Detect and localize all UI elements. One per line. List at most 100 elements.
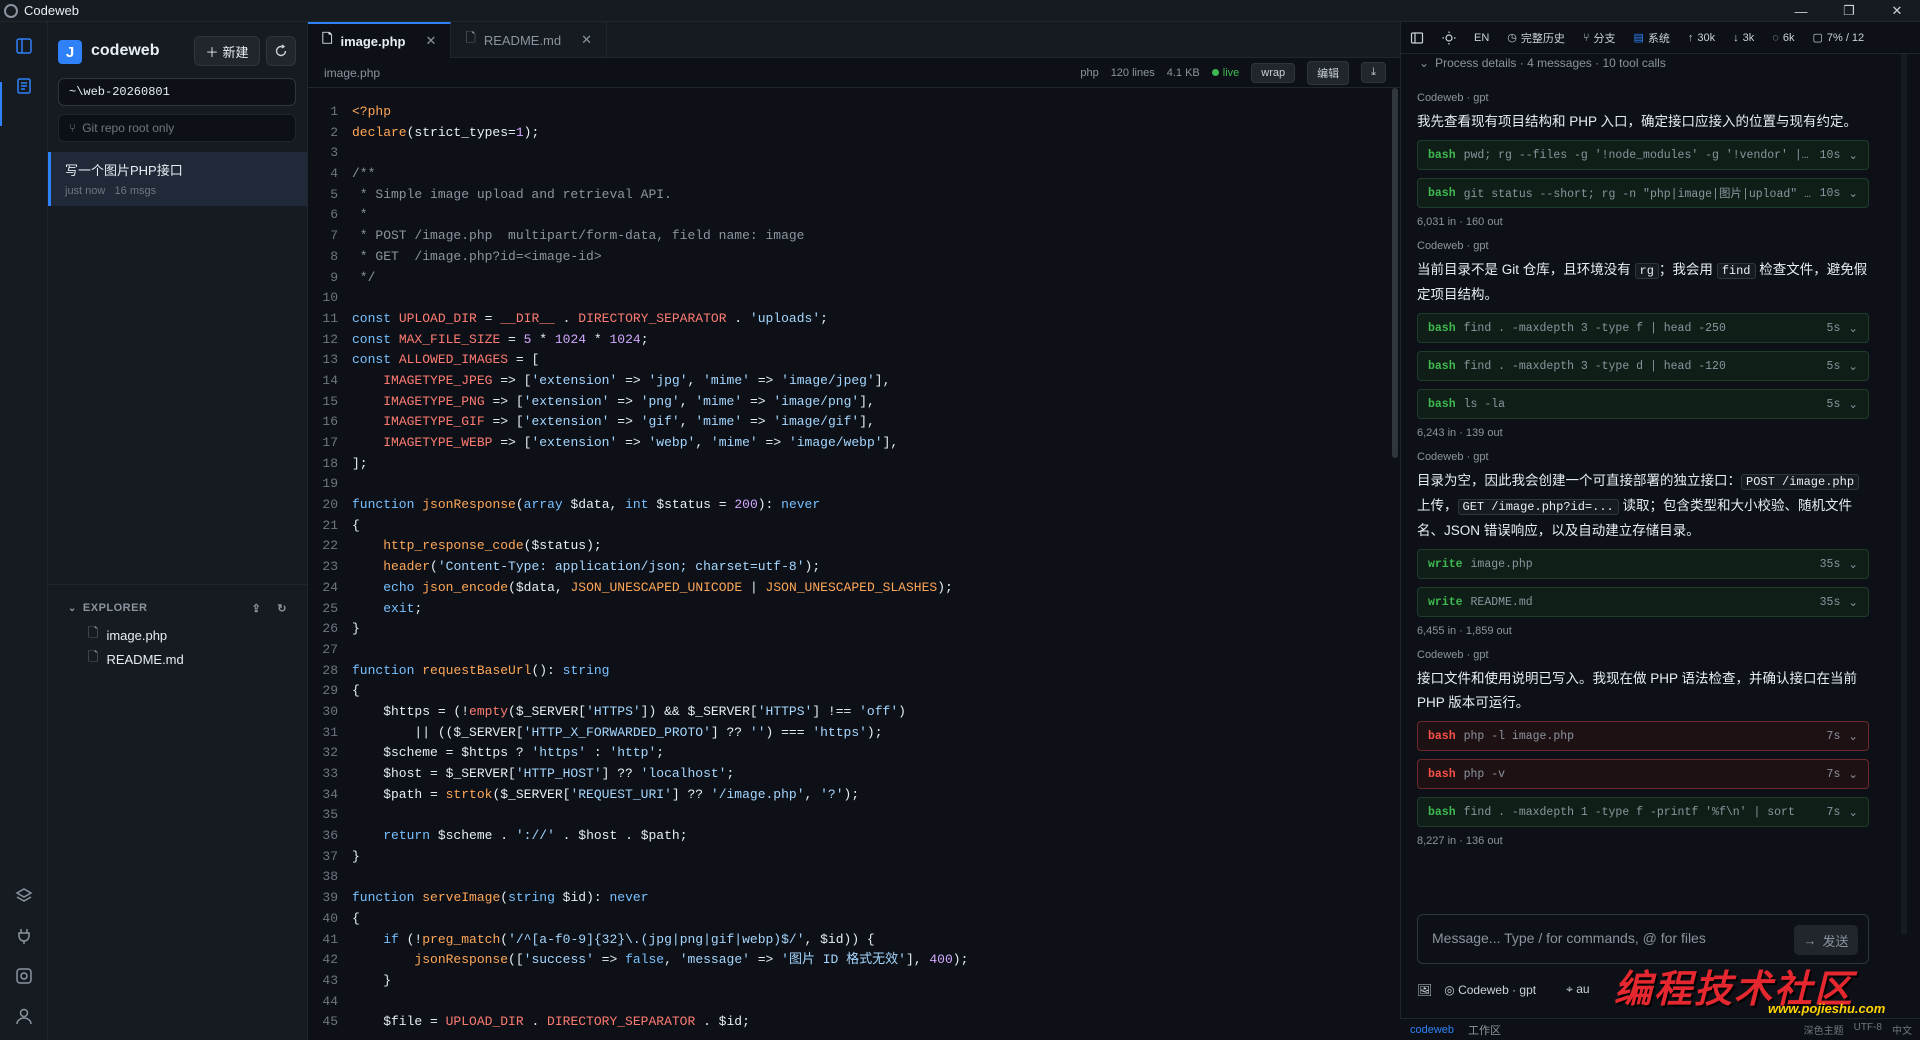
file-icon: 🗋 — [88, 625, 99, 640]
close-tab-icon[interactable]: ✕ — [425, 33, 436, 49]
assistant-panel: EN ◷ 完整历史 ⑂ 分支 ▤ 系统 ↑ 30k ↓ 3k ◌ 6k ▢ 7% / 12 ⌄… — [1400, 22, 1920, 1040]
minimize-button[interactable]: — — [1778, 0, 1824, 22]
settings-gear-icon[interactable] — [12, 964, 36, 988]
file-item-readme[interactable]: 🗋 README.md — [48, 647, 307, 671]
chevron-down-icon: ⌄ — [1848, 322, 1858, 336]
file-icon: 🗋 — [465, 30, 476, 45]
explorer-panel: ⌄ EXPLORER ⇪ ↻ 🗋 image.php 🗋 README.md — [48, 584, 307, 671]
model-selector[interactable]: ◎ Codeweb · gpt — [1444, 983, 1536, 997]
arrow-right-icon: → — [1803, 932, 1817, 948]
wrap-toggle[interactable]: wrap — [1251, 62, 1296, 83]
activity-bar — [0, 22, 48, 1040]
branch-button[interactable]: ⑂ 分支 — [1574, 22, 1625, 54]
process-details-toggle[interactable]: ⌄ Process details · 4 messages · 10 tool… — [1419, 54, 1666, 72]
live-dot-icon — [1211, 69, 1219, 76]
sidebar: J codeweb ＋ 新建 ~\web-20260801 ⑂ Git repo… — [48, 22, 308, 1040]
app-icon — [4, 3, 18, 18]
current-file-name: image.php — [324, 65, 381, 80]
status-language[interactable]: 中文 — [1892, 1022, 1912, 1037]
sessions-icon[interactable] — [12, 74, 36, 98]
arrow-up-icon: ↑ — [1687, 31, 1694, 44]
chevron-down-icon: ⌄ — [1848, 730, 1858, 744]
system-button[interactable]: ▤ 系统 — [1625, 22, 1679, 54]
close-window-button[interactable]: ✕ — [1874, 0, 1920, 22]
status-branch[interactable]: codeweb — [1410, 1024, 1454, 1036]
session-item[interactable]: 写一个图片PHP接口 just now 16 msgs — [48, 152, 307, 206]
status-theme[interactable]: 深色主题 — [1804, 1022, 1844, 1037]
git-repo-field[interactable]: ⑂ Git repo root only — [58, 114, 296, 142]
close-tab-icon[interactable]: ✕ — [581, 32, 592, 48]
tab-image-php[interactable]: 🗋 image.php ✕ — [308, 22, 452, 58]
tokens-up: ↑ 30k — [1687, 31, 1716, 44]
tab-readme[interactable]: 🗋 README.md ✕ — [451, 22, 608, 58]
assistant-toolbar: EN ◷ 完整历史 ⑂ 分支 ▤ 系统 ↑ 30k ↓ 3k ◌ 6k ▢ 7% / 12 — [1401, 22, 1920, 54]
file-icon: 🗋 — [88, 649, 99, 664]
file-name: image.php — [106, 627, 168, 643]
explorer-header[interactable]: ⌄ EXPLORER ⇪ ↻ — [48, 599, 307, 617]
message-text: 我先查看现有项目结构和 PHP 入口，确定接口应接入的位置与现有约定。 — [1417, 114, 1858, 129]
account-icon[interactable] — [12, 1004, 36, 1028]
token-stats: 8,227 in · 136 out — [1417, 835, 1503, 847]
editor: 🗋 image.php ✕ 🗋 README.md ✕ image.php ph… — [308, 22, 1400, 1040]
chevron-down-icon: ⌄ — [1848, 558, 1858, 572]
tool-call[interactable]: write image.php 35s ⌄ — [1417, 549, 1869, 579]
tool-call[interactable]: bash find . -maxdepth 3 -type f | head -2… — [1417, 313, 1869, 343]
refresh-explorer-icon[interactable]: ↻ — [277, 602, 287, 615]
tool-call[interactable]: write README.md 35s ⌄ — [1417, 587, 1869, 617]
location-pin-icon[interactable]: ⌖ au — [1566, 982, 1589, 997]
window-title: Codeweb — [24, 3, 79, 18]
title-bar: Codeweb — ❐ ✕ — [0, 0, 1920, 22]
new-session-button[interactable]: ＋ 新建 — [194, 36, 260, 66]
tool-call-error[interactable]: bash php -v 7s ⌄ — [1417, 759, 1869, 789]
process-details-label: Process details · 4 messages · 10 tool c… — [1435, 56, 1666, 70]
image-attach-icon[interactable]: 🖼 — [1417, 983, 1432, 997]
maximize-button[interactable]: ❐ — [1826, 0, 1872, 22]
editor-info-bar: image.php php 120 lines 4.1 KB live wrap… — [308, 58, 1400, 88]
message-author: Codeweb · gpt — [1417, 451, 1489, 463]
tool-call[interactable]: bash git status --short; rg -n "php|image… — [1417, 178, 1869, 208]
message-text: 接口文件和使用说明已写入。我现在做 PHP 语法检查，并确认接口在当前 PHP … — [1417, 671, 1858, 710]
refresh-button[interactable] — [266, 36, 296, 66]
message-author: Codeweb · gpt — [1417, 92, 1489, 104]
code-view[interactable]: 1 <?php 2 declare(strict_types=1); 3 4/** … — [308, 102, 1400, 1033]
status-workspace[interactable]: 工作区 — [1468, 1022, 1501, 1038]
context-usage: ▢ 7% / 12 — [1812, 31, 1865, 45]
file-name: README.md — [106, 651, 184, 667]
tool-call[interactable]: bash ls -la 5s ⌄ — [1417, 389, 1869, 419]
tool-call[interactable]: bash find . -maxdepth 1 -type f -printf '… — [1417, 797, 1869, 827]
git-repo-placeholder: Git repo root only — [82, 121, 175, 135]
status-encoding[interactable]: UTF-8 — [1854, 1022, 1882, 1037]
workdir-field[interactable]: ~\web-20260801 — [58, 78, 296, 106]
new-session-label: 新建 — [222, 44, 249, 60]
live-indicator: live — [1211, 67, 1239, 79]
assistant-scrollbar[interactable] — [1901, 54, 1907, 934]
app-logo: J — [58, 40, 82, 64]
tool-call[interactable]: bash find . -maxdepth 3 -type d | head -1… — [1417, 351, 1869, 381]
sidebar-toggle-icon[interactable] — [1401, 22, 1433, 54]
layers-icon[interactable] — [12, 884, 36, 908]
download-icon[interactable]: ⤓ — [1361, 62, 1386, 83]
chevron-down-icon: ⌄ — [1848, 768, 1858, 782]
message-author: Codeweb · gpt — [1417, 240, 1489, 252]
token-stats: 6,031 in · 160 out — [1417, 216, 1503, 228]
tool-call-error[interactable]: bash php -l image.php 7s ⌄ — [1417, 721, 1869, 751]
edit-button[interactable]: 编辑 — [1307, 60, 1350, 85]
language-toggle[interactable]: EN — [1465, 22, 1498, 54]
file-item-image-php[interactable]: 🗋 image.php — [48, 623, 307, 647]
cache-icon: ◌ — [1772, 31, 1779, 44]
send-button[interactable]: → 发送 — [1794, 925, 1858, 955]
message-input[interactable]: Message... Type / for commands, @ for fi… — [1417, 914, 1869, 964]
message-text: 目录为空，因此我会创建一个可直接部署的独立接口： POST /image.php … — [1417, 469, 1869, 543]
document-icon: ▤ — [1633, 32, 1644, 44]
explorer-panel-icon[interactable] — [12, 34, 36, 58]
chevron-down-icon: ⌄ — [1848, 806, 1858, 820]
tool-call[interactable]: bash pwd; rg --files -g '!node_modules' -… — [1417, 140, 1869, 170]
plus-icon: ＋ — [205, 44, 219, 60]
plug-icon[interactable] — [12, 924, 36, 948]
message-author: Codeweb · gpt — [1417, 649, 1489, 661]
context-icon: ▢ — [1812, 32, 1823, 44]
session-meta: just now 16 msgs — [65, 185, 157, 197]
history-button[interactable]: ◷ 完整历史 — [1498, 22, 1574, 54]
upload-icon[interactable]: ⇪ — [252, 602, 262, 615]
theme-sun-icon[interactable] — [1433, 22, 1465, 54]
